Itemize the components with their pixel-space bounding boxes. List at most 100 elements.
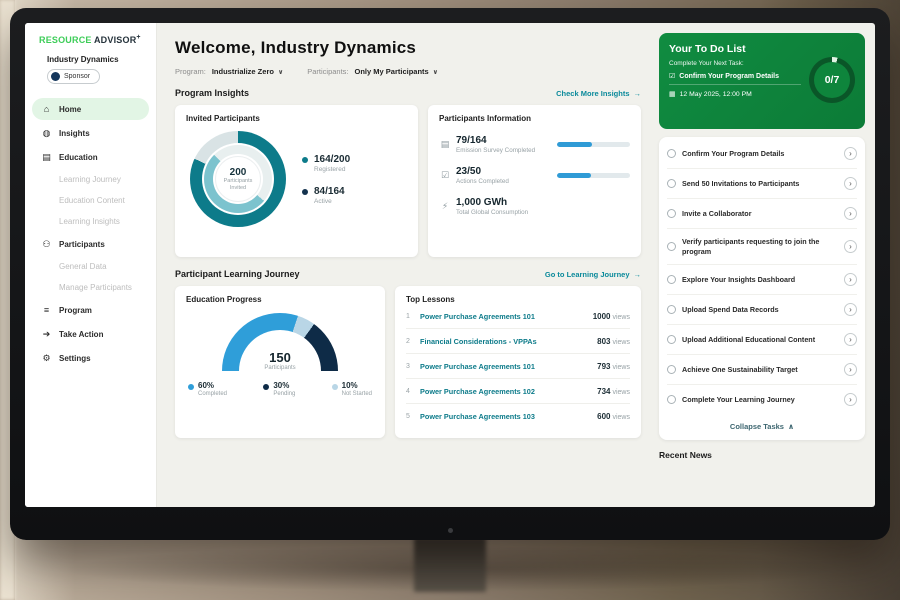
bulb-icon: ◍ — [41, 128, 52, 139]
sidebar-item-take-action[interactable]: ➔ Take Action — [32, 323, 149, 345]
donut-center-value: 200 — [230, 167, 247, 178]
task-row-upload-spend-data[interactable]: Upload Spend Data Records › — [667, 295, 857, 325]
chevron-right-icon[interactable]: › — [844, 177, 857, 190]
task-checkbox[interactable] — [667, 365, 676, 374]
task-row-achieve-target[interactable]: Achieve One Sustainability Target › — [667, 355, 857, 385]
donut-center: 200 Participants Invited — [215, 156, 261, 202]
sidebar-item-education[interactable]: ▤ Education — [32, 146, 149, 168]
lesson-views-count: 734 — [597, 387, 610, 396]
lesson-link[interactable]: Power Purchase Agreements 101 — [420, 312, 593, 321]
lesson-views: 803views — [597, 337, 630, 346]
education-progress-title: Education Progress — [186, 295, 374, 304]
sidebar: RESOURCE ADVISOR+ Industry Dynamics Spon… — [25, 23, 157, 507]
lesson-link[interactable]: Power Purchase Agreements 103 — [420, 412, 597, 421]
lesson-link[interactable]: Power Purchase Agreements 101 — [420, 362, 597, 371]
info-label: Actions Completed — [456, 178, 553, 185]
checkbox-icon: ☑ — [669, 72, 675, 80]
task-row-explore-insights[interactable]: Explore Your Insights Dashboard › — [667, 265, 857, 295]
lesson-views-count: 600 — [597, 412, 610, 421]
brand-resource: RESOURCE — [39, 35, 92, 45]
legend-item-completed: 60% Completed — [188, 381, 227, 397]
brand-advisor: ADVISOR — [94, 35, 136, 45]
home-icon: ⌂ — [41, 104, 52, 114]
todo-summary-card: Your To Do List Complete Your Next Task:… — [659, 33, 865, 129]
go-to-learning-journey-link[interactable]: Go to Learning Journey → — [545, 270, 641, 279]
chevron-right-icon[interactable]: › — [844, 207, 857, 220]
info-row-survey: ▤ 79/164 Emission Survey Completed — [439, 135, 630, 154]
program-select[interactable]: Industrialize Zero ∨ — [212, 67, 283, 76]
task-row-upload-educational-content[interactable]: Upload Additional Educational Content › — [667, 325, 857, 355]
lesson-link[interactable]: Financial Considerations - VPPAs — [420, 337, 597, 346]
sidebar-item-program[interactable]: ≡ Program — [32, 299, 149, 321]
task-row-send-invitations[interactable]: Send 50 Invitations to Participants › — [667, 169, 857, 199]
invited-legend: 164/200 Registered 84/164 Active — [302, 154, 350, 205]
sidebar-item-learning-insights[interactable]: Learning Insights — [32, 212, 149, 231]
task-checkbox[interactable] — [667, 209, 676, 218]
lesson-views: 1000views — [593, 312, 630, 321]
task-checkbox[interactable] — [667, 149, 676, 158]
arrow-right-icon: → — [634, 89, 642, 98]
sidebar-item-manage-participants[interactable]: Manage Participants — [32, 278, 149, 297]
chevron-right-icon[interactable]: › — [844, 240, 857, 253]
task-checkbox[interactable] — [667, 305, 676, 314]
legend-label: Not Started — [342, 391, 372, 397]
task-checkbox[interactable] — [667, 275, 676, 284]
sidebar-item-label: Manage Participants — [59, 283, 132, 292]
actions-progress-fill — [557, 173, 591, 178]
lesson-views-count: 803 — [597, 337, 610, 346]
task-row-verify-participants[interactable]: Verify participants requesting to join t… — [667, 229, 857, 265]
participants-select[interactable]: Only My Participants ∨ — [355, 67, 438, 76]
sidebar-item-general-data[interactable]: General Data — [32, 257, 149, 276]
task-row-confirm-program[interactable]: Confirm Your Program Details › — [667, 139, 857, 169]
task-row-invite-collaborator[interactable]: Invite a Collaborator › — [667, 199, 857, 229]
task-checkbox[interactable] — [667, 395, 676, 404]
todo-next-task-label: Confirm Your Program Details — [679, 73, 779, 80]
legend-item-registered: 164/200 Registered — [302, 154, 350, 173]
participants-select-value: Only My Participants — [355, 67, 429, 76]
go-to-learning-journey-label: Go to Learning Journey — [545, 270, 630, 279]
collapse-tasks-link[interactable]: Collapse Tasks ∧ — [667, 414, 857, 438]
task-checkbox[interactable] — [667, 335, 676, 344]
sidebar-item-learning-journey[interactable]: Learning Journey — [32, 170, 149, 189]
legend-dot-registered — [302, 157, 308, 163]
task-label: Send 50 Invitations to Participants — [682, 179, 838, 189]
gauge-center-value: 150 — [222, 350, 338, 365]
sponsor-badge[interactable]: Sponsor — [47, 69, 100, 84]
chevron-right-icon[interactable]: › — [844, 363, 857, 376]
legend-dot-active — [302, 189, 308, 195]
sidebar-item-home[interactable]: ⌂ Home — [32, 98, 149, 120]
sidebar-item-participants[interactable]: ⚇ Participants — [32, 233, 149, 255]
info-value: 1,000 GWh — [456, 197, 528, 208]
lesson-link[interactable]: Power Purchase Agreements 102 — [420, 387, 597, 396]
monitor-frame: RESOURCE ADVISOR+ Industry Dynamics Spon… — [10, 8, 890, 540]
lesson-views: 600views — [597, 412, 630, 421]
sidebar-item-label: Take Action — [59, 330, 103, 339]
chevron-right-icon[interactable]: › — [844, 333, 857, 346]
check-more-insights-link[interactable]: Check More Insights → — [556, 89, 641, 98]
book-icon: ▤ — [41, 152, 52, 163]
todo-due-label: 12 May 2025, 12:00 PM — [680, 91, 752, 98]
legend-dot-completed — [188, 384, 194, 390]
chevron-right-icon[interactable]: › — [844, 147, 857, 160]
learning-journey-header: Participant Learning Journey Go to Learn… — [175, 269, 641, 279]
sidebar-item-education-content[interactable]: Education Content — [32, 191, 149, 210]
actions-icon: ☑ — [439, 170, 451, 181]
task-checkbox[interactable] — [667, 242, 676, 251]
todo-next-task[interactable]: ☑ Confirm Your Program Details — [669, 72, 801, 85]
chevron-right-icon[interactable]: › — [844, 273, 857, 286]
sidebar-item-settings[interactable]: ⚙ Settings — [32, 347, 149, 369]
legend-label: Active — [314, 198, 345, 205]
people-icon: ⚇ — [41, 239, 52, 250]
calendar-icon: ▦ — [669, 90, 676, 98]
task-label: Confirm Your Program Details — [682, 149, 838, 159]
chevron-right-icon[interactable]: › — [844, 393, 857, 406]
chevron-right-icon[interactable]: › — [844, 303, 857, 316]
info-label: Emission Survey Completed — [456, 147, 553, 154]
task-checkbox[interactable] — [667, 179, 676, 188]
page-title: Welcome, Industry Dynamics — [175, 38, 641, 58]
legend-label: Completed — [198, 391, 227, 397]
lesson-views-label: views — [612, 314, 630, 321]
info-value: 23/50 — [456, 166, 553, 177]
task-row-complete-learning-journey[interactable]: Complete Your Learning Journey › — [667, 385, 857, 414]
sidebar-item-insights[interactable]: ◍ Insights — [32, 122, 149, 144]
